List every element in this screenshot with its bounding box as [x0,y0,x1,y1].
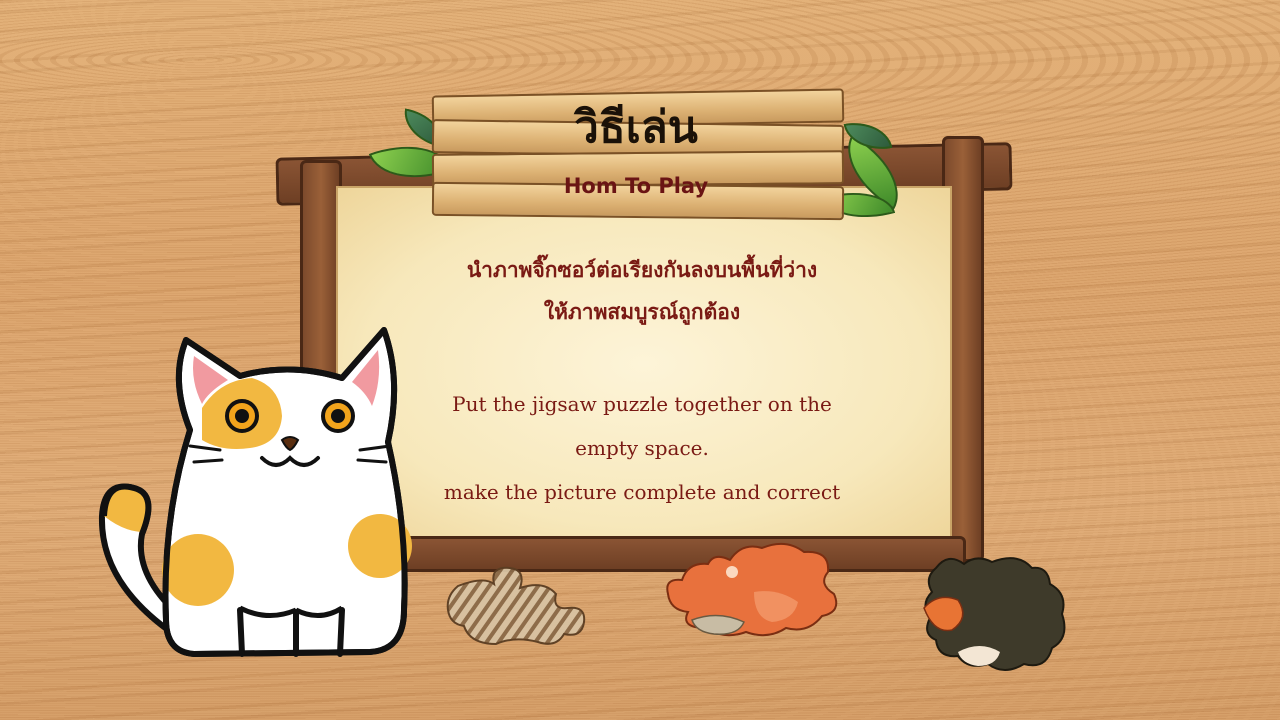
page-title: วิธีเล่น [574,102,698,153]
instruction-thai-line-2: ให้ภาพสมบูรณ์ถูกต้อง [543,300,741,324]
page-subtitle: Hom To Play [563,174,709,198]
puzzle-piece-dark-icon [923,557,1066,671]
puzzle-piece-orange-icon [666,542,838,637]
puzzle-piece-wood-icon [446,566,586,646]
how-to-play-screen: วิธีเล่น Hom To Play นำภาพจิ๊กซอว์ต่อเรี… [0,0,1280,720]
cat-mascot-icon [98,327,412,657]
instruction-english-line-3: make the picture complete and correct [443,480,841,504]
instruction-thai-line-1: นำภาพจิ๊กซอว์ต่อเรียงกันลงบนพื้นที่ว่าง [466,258,818,282]
instruction-english-line-2: empty space. [575,436,709,460]
title-sign: วิธีเล่น Hom To Play [431,88,845,221]
board-frame-bottom [330,536,966,572]
instruction-english-line-1: Put the jigsaw puzzle together on the [452,392,832,416]
